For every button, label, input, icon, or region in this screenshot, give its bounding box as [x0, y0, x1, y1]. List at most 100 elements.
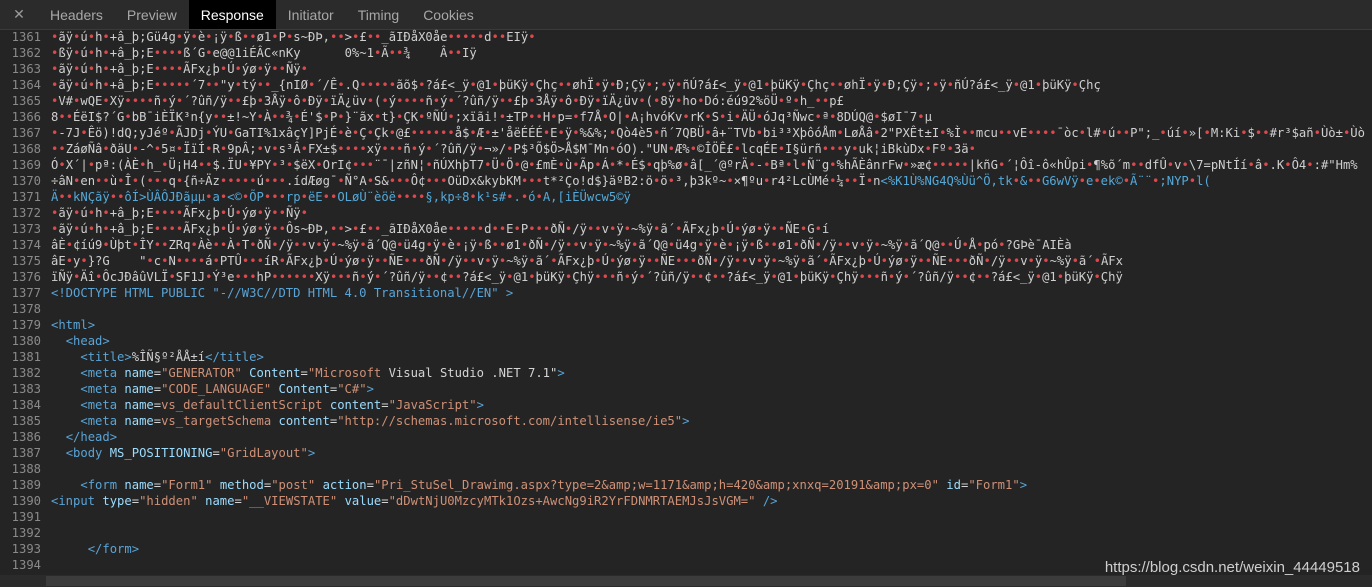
line-code: <html>: [51, 318, 96, 332]
code-line: 1364 •ãÿ•ú•h•+â_þ;E•••••´7••"y•tý••_{nIØ•…: [0, 77, 1372, 93]
code-line: 1382 <meta name="GENERATOR" Content="Mic…: [0, 365, 1372, 381]
scrollbar-thumb[interactable]: [46, 576, 1126, 586]
tab-response[interactable]: Response: [188, 0, 276, 29]
watermark: https://blog.csdn.net/weixin_44449518: [1104, 559, 1360, 576]
code-line: 1371 Ä••kNÇãÿ••ôÍ>ÙÂÔJÐãµµ•a•<©•ÕP•••rp•ë…: [0, 189, 1372, 205]
line-number: 1372: [11, 206, 41, 220]
tab-timing[interactable]: Timing: [346, 0, 412, 29]
line-number: 1379: [11, 318, 41, 332]
line-number: 1382: [11, 366, 41, 380]
code-line: 1379 <html>: [0, 317, 1372, 333]
tab-headers[interactable]: Headers: [38, 0, 115, 29]
response-source-view[interactable]: 1361 •ãÿ•ú•h•+â_þ;Gü4g•ÿ•è•¡ÿ•ß••ø1•P•s~Ð…: [0, 29, 1372, 575]
line-number: 1368: [11, 142, 41, 156]
code-line: 1389 <form name="Form1" method="post" ac…: [0, 477, 1372, 493]
tab-initiator[interactable]: Initiator: [276, 0, 346, 29]
code-line: 1383 <meta name="CODE_LANGUAGE" Content=…: [0, 381, 1372, 397]
line-code: <meta name=vs_defaultClientScript conten…: [80, 398, 484, 412]
line-code: •ãÿ•ú•h•+â_þ;E••••ÃFx¿þ•Ú•ýø•ÿ••Ñÿ•: [51, 206, 308, 220]
line-code: ••ZáøÑâ•ðäU•-^•5¤•ÏïÍ•R•9pÂ;•v•s³Â•FX±$•…: [51, 142, 976, 156]
response-tabs-bar: ✕ Headers Preview Response Initiator Tim…: [0, 0, 1372, 30]
line-number: 1367: [11, 126, 41, 140]
line-number: 1391: [11, 510, 41, 524]
line-code: <meta name=vs_targetSchema content="http…: [80, 414, 690, 428]
line-number: 1362: [11, 46, 41, 60]
code-line: 1388: [0, 461, 1372, 477]
line-number: 1394: [11, 558, 41, 572]
line-code: •ãÿ•ú•h•+â_þ;E•••••´7••"y•tý••_{nIØ•´/Ê•…: [51, 78, 1101, 92]
line-code: ÷âN•en••ù•Î•(•••q•{ñ÷Äz•••••ú•••.ídÆøg¯•…: [51, 174, 1211, 188]
code-line: 1366 8••ÉëI$?´G•bB¯iÈÏK³n{y••±!~Y•À••¾•É'…: [0, 109, 1372, 125]
code-line: 1362 •ßÿ•ú•h•+â_þ;E••••ß´G•e@@1iÉÂC«nKy 0…: [0, 45, 1372, 61]
line-number: 1375: [11, 254, 41, 268]
code-line: 1380 <head>: [0, 333, 1372, 349]
line-code: <meta name="CODE_LANGUAGE" Content="C#">: [80, 382, 374, 396]
line-code: <form name="Form1" method="post" action=…: [80, 478, 1028, 492]
code-line: 1378: [0, 301, 1372, 317]
line-number: 1363: [11, 62, 41, 76]
code-line: 1365 •V#•wQE•Xÿ••••ñ•ý•´?ûñ/ÿ••£þ•3Åÿ•ô•Ð…: [0, 93, 1372, 109]
line-number: 1361: [11, 30, 41, 44]
code-line: 1367 •-7J•Êö)!dQ;yJéº•ÃJDj•ÝU•GaTI%1xâçY]…: [0, 125, 1372, 141]
code-line: 1385 <meta name=vs_targetSchema content=…: [0, 413, 1372, 429]
line-code: ïÑÿ•Äî•ÔcJÐâûVLÏ•SF1J•Ý³e•••hP••••••Xÿ••…: [51, 270, 1123, 284]
code-line: 1391: [0, 509, 1372, 525]
line-number: 1374: [11, 238, 41, 252]
line-number: 1366: [11, 110, 41, 124]
line-number: 1378: [11, 302, 41, 316]
code-line: 1377 <!DOCTYPE HTML PUBLIC "-//W3C//DTD H…: [0, 285, 1372, 301]
code-line: 1374 âÈ•¢íú9•Ùþt•ÎY••ZRq•Àè••À•T•ðÑ•/ÿ••v…: [0, 237, 1372, 253]
line-number: 1390: [11, 494, 41, 508]
code-line: 1386 </head>: [0, 429, 1372, 445]
line-code: <head>: [65, 334, 110, 348]
code-line: 1376 ïÑÿ•Äî•ÔcJÐâûVLÏ•SF1J•Ý³e•••hP••••••…: [0, 269, 1372, 285]
code-line: 1387 <body MS_POSITIONING="GridLayout">: [0, 445, 1372, 461]
line-code: âÈ•¢íú9•Ùþt•ÎY••ZRq•Àè••À•T•ðÑ•/ÿ••v•ÿ•~…: [51, 238, 1072, 252]
line-number: 1373: [11, 222, 41, 236]
line-number: 1384: [11, 398, 41, 412]
line-code: •ãÿ•ú•h•+â_þ;Gü4g•ÿ•è•¡ÿ•ß••ø1•P•s~ÐÞ,••…: [51, 30, 536, 44]
code-line: 1390 <input type="hidden" name="__VIEWSTA…: [0, 493, 1372, 509]
line-number: 1383: [11, 382, 41, 396]
line-number: 1381: [11, 350, 41, 364]
line-number: 1380: [11, 334, 41, 348]
code-line: 1370 ÷âN•en••ù•Î•(•••q•{ñ÷Äz•••••ú•••.ídÆ…: [0, 173, 1372, 189]
code-line: 1373 •ãÿ•ú•h•+â_þ;E••••ÃFx¿þ•Ú•ýø•ÿ••Ôs~Ð…: [0, 221, 1372, 237]
line-number: 1385: [11, 414, 41, 428]
line-code: Ó•X´|•pª:(ÀÈ•h_•Ü¡H4••$.ÏU•¥PY•³•$ëX•OrI…: [51, 158, 1358, 172]
line-code: </head>: [65, 430, 118, 444]
line-number: 1389: [11, 478, 41, 492]
line-number: 1371: [11, 190, 41, 204]
horizontal-scrollbar[interactable]: [0, 575, 1372, 587]
line-number: 1365: [11, 94, 41, 108]
line-code: •ãÿ•ú•h•+â_þ;E••••ÃFx¿þ•Ú•ýø•ÿ••Ñÿ•: [51, 62, 308, 76]
line-code: <title>%ÎÑ§º²ÅÅ±í</title>: [80, 350, 264, 364]
code-line: 1361 •ãÿ•ú•h•+â_þ;Gü4g•ÿ•è•¡ÿ•ß••ø1•P•s~Ð…: [0, 29, 1372, 45]
line-code: 8••ÉëI$?´G•bB¯iÈÏK³n{y••±!~Y•À••¾•É'$•P•…: [51, 110, 932, 124]
code-line: 1363 •ãÿ•ú•h•+â_þ;E••••ÃFx¿þ•Ú•ýø•ÿ••Ñÿ•: [0, 61, 1372, 77]
line-number: 1364: [11, 78, 41, 92]
line-code: <input type="hidden" name="__VIEWSTATE" …: [51, 494, 778, 508]
line-code: âE•y•}?G "•c•N••••á•PTÛ•••íR•ÃFx¿þ•Ú•ýø•…: [51, 254, 1123, 268]
code-line: 1384 <meta name=vs_defaultClientScript c…: [0, 397, 1372, 413]
line-code: <meta name="GENERATOR" Content="Microsof…: [80, 366, 565, 380]
tab-preview[interactable]: Preview: [115, 0, 189, 29]
line-code: •V#•wQE•Xÿ••••ñ•ý•´?ûñ/ÿ••£þ•3Åÿ•ô•Ðÿ•ïÄ…: [51, 94, 844, 108]
line-code: Ä••kNÇãÿ••ôÍ>ÙÂÔJÐãµµ•a•<©•ÕP•••rp•ëE••O…: [51, 190, 631, 204]
line-number: 1376: [11, 270, 41, 284]
line-code: •ßÿ•ú•h•+â_þ;E••••ß´G•e@@1iÉÂC«nKy 0%~1•…: [51, 46, 477, 60]
line-number: 1392: [11, 526, 41, 540]
line-number: 1369: [11, 158, 41, 172]
line-code: •-7J•Êö)!dQ;yJéº•ÃJDj•ÝU•GaTI%1xâçY]PjÉ•…: [51, 126, 1365, 140]
tab-cookies[interactable]: Cookies: [411, 0, 486, 29]
line-number: 1393: [11, 542, 41, 556]
line-number: 1388: [11, 462, 41, 476]
line-number: 1377: [11, 286, 41, 300]
line-number: 1386: [11, 430, 41, 444]
line-code: <body MS_POSITIONING="GridLayout">: [65, 446, 316, 460]
code-line: 1381 <title>%ÎÑ§º²ÅÅ±í</title>: [0, 349, 1372, 365]
code-line: 1372 •ãÿ•ú•h•+â_þ;E••••ÃFx¿þ•Ú•ýø•ÿ••Ñÿ•: [0, 205, 1372, 221]
code-line: 1392: [0, 525, 1372, 541]
close-icon[interactable]: ✕: [0, 0, 38, 29]
line-number: 1387: [11, 446, 41, 460]
